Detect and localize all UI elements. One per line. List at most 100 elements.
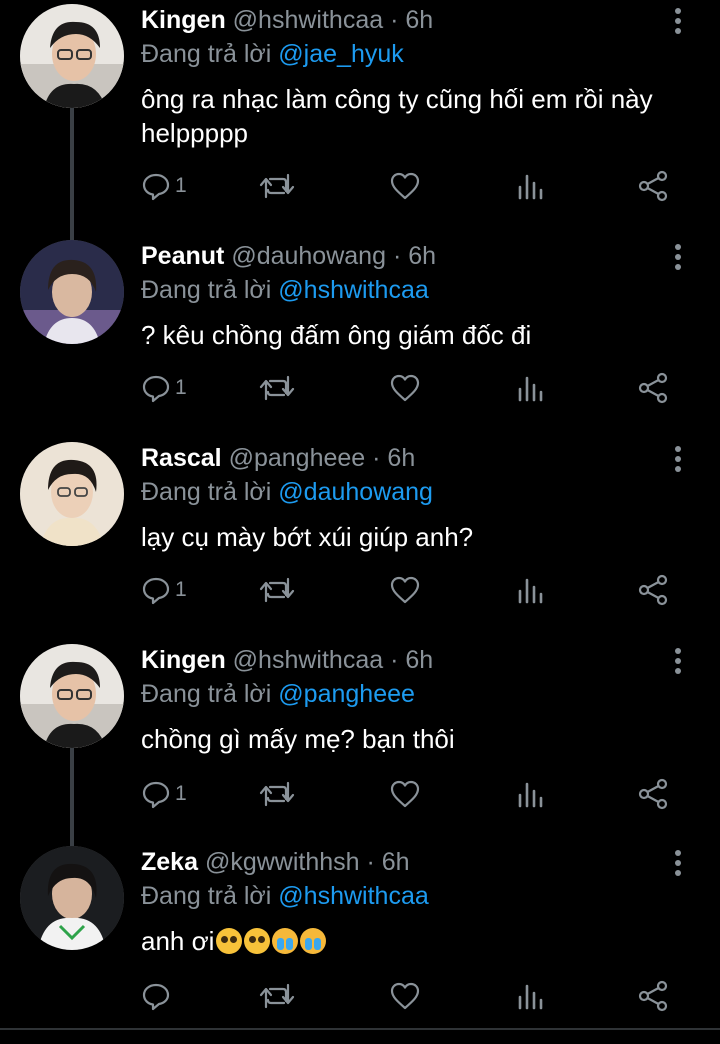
reply-button[interactable]: 1 — [141, 776, 187, 812]
avatar[interactable] — [20, 442, 124, 546]
tweet-text: ? kêu chồng đấm ông giám đốc đi — [141, 320, 532, 350]
display-name[interactable]: Kingen — [141, 6, 226, 34]
share-button[interactable] — [637, 168, 669, 204]
share-button[interactable] — [637, 978, 669, 1014]
retweet-button[interactable] — [259, 370, 295, 406]
retweet-button[interactable] — [259, 978, 295, 1014]
timestamp[interactable]: 6h — [408, 242, 436, 270]
reply-button[interactable] — [141, 978, 175, 1014]
analytics-icon — [518, 578, 543, 604]
retweet-button[interactable] — [259, 776, 295, 812]
avatar[interactable] — [20, 846, 124, 950]
replying-to: Đang trả lời @jae_hyuk — [141, 40, 404, 69]
share-button[interactable] — [637, 370, 669, 406]
analytics-icon — [518, 782, 543, 808]
user-handle[interactable]: @pangheee — [229, 444, 366, 472]
more-icon[interactable] — [666, 442, 690, 476]
mention-link[interactable]: @jae_hyuk — [278, 40, 403, 68]
avatar[interactable] — [20, 644, 124, 748]
tweet[interactable]: Kingen @hshwithcaa · 6h Đang trả lời @pa… — [0, 640, 720, 878]
replying-to-label: Đang trả lời — [141, 40, 272, 68]
replying-to-label: Đang trả lời — [141, 882, 272, 910]
replying-to-label: Đang trả lời — [141, 680, 272, 708]
reply-count: 1 — [175, 782, 187, 805]
avatar[interactable] — [20, 4, 124, 108]
display-name[interactable]: Zeka — [141, 848, 198, 876]
mention-link[interactable]: @hshwithcaa — [278, 276, 428, 304]
mention-link[interactable]: @dauhowang — [278, 478, 433, 506]
reply-button[interactable]: 1 — [141, 168, 187, 204]
retweet-button[interactable] — [259, 168, 295, 204]
replying-to: Đang trả lời @pangheee — [141, 680, 415, 709]
kingen-avatar-icon — [20, 4, 124, 108]
more-icon[interactable] — [666, 4, 690, 38]
timestamp[interactable]: 6h — [405, 6, 433, 34]
like-button[interactable] — [389, 776, 421, 812]
mention-link[interactable]: @pangheee — [278, 680, 415, 708]
tweet[interactable]: Zeka @kgwwithhsh · 6h Đang trả lời @hshw… — [0, 842, 720, 1044]
display-name[interactable]: Peanut — [141, 242, 224, 270]
display-name[interactable]: Rascal — [141, 444, 222, 472]
tweet-actions: 1 — [141, 168, 681, 204]
reply-icon — [142, 577, 170, 605]
reply-count: 1 — [175, 174, 187, 197]
reply-button[interactable]: 1 — [141, 572, 187, 608]
like-button[interactable] — [389, 370, 421, 406]
user-handle[interactable]: @hshwithcaa — [233, 646, 383, 674]
thread-line — [70, 108, 74, 240]
zeka-avatar-icon — [20, 846, 124, 950]
tweet-actions: 1 — [141, 370, 681, 406]
tweet-header: Peanut @dauhowang · 6h — [141, 242, 436, 271]
reply-count: 1 — [175, 376, 187, 399]
separator: · — [390, 646, 399, 674]
share-button[interactable] — [637, 776, 669, 812]
tweet[interactable]: Kingen @hshwithcaa · 6h Đang trả lời @ja… — [0, 0, 720, 240]
tweet-header: Zeka @kgwwithhsh · 6h — [141, 848, 410, 877]
tweet-text-container: anh ơi — [141, 924, 701, 958]
tweet-text: chồng gì mấy mẹ? bạn thôi — [141, 724, 455, 754]
analytics-icon — [518, 376, 543, 402]
analytics-button[interactable] — [515, 370, 545, 406]
like-button[interactable] — [389, 978, 421, 1014]
analytics-button[interactable] — [515, 776, 545, 812]
rascal-avatar-icon — [20, 442, 124, 546]
like-button[interactable] — [389, 168, 421, 204]
share-button[interactable] — [637, 572, 669, 608]
avatar[interactable] — [20, 240, 124, 344]
timestamp[interactable]: 6h — [382, 848, 410, 876]
display-name[interactable]: Kingen — [141, 646, 226, 674]
divider — [0, 1028, 720, 1030]
retweet-icon — [259, 983, 295, 1009]
separator: · — [372, 444, 381, 472]
reply-icon — [142, 983, 170, 1011]
tweet-header: Kingen @hshwithcaa · 6h — [141, 6, 433, 35]
timestamp[interactable]: 6h — [405, 646, 433, 674]
more-icon[interactable] — [666, 846, 690, 880]
user-handle[interactable]: @kgwwithhsh — [205, 848, 360, 876]
like-button[interactable] — [389, 572, 421, 608]
tweet-actions: 1 — [141, 572, 681, 608]
tweet[interactable]: Peanut @dauhowang · 6h Đang trả lời @hsh… — [0, 236, 720, 438]
mention-link[interactable]: @hshwithcaa — [278, 882, 428, 910]
retweet-icon — [259, 577, 295, 603]
more-icon[interactable] — [666, 644, 690, 678]
like-icon — [390, 576, 420, 604]
more-icon[interactable] — [666, 240, 690, 274]
like-icon — [390, 374, 420, 402]
tweet-text: lạy cụ mày bớt xúi giúp anh? — [141, 522, 474, 552]
like-icon — [390, 172, 420, 200]
analytics-button[interactable] — [515, 978, 545, 1014]
tweet[interactable]: Rascal @pangheee · 6h Đang trả lời @dauh… — [0, 438, 720, 640]
user-handle[interactable]: @hshwithcaa — [233, 6, 383, 34]
pleading-face-icon — [216, 928, 243, 954]
user-handle[interactable]: @dauhowang — [231, 242, 386, 270]
kingen-avatar-icon — [20, 644, 124, 748]
separator: · — [392, 242, 402, 270]
reply-button[interactable]: 1 — [141, 370, 187, 406]
analytics-button[interactable] — [515, 168, 545, 204]
retweet-button[interactable] — [259, 572, 295, 608]
loudly-crying-face-icon — [272, 928, 299, 954]
analytics-button[interactable] — [515, 572, 545, 608]
reply-icon — [142, 173, 170, 201]
timestamp[interactable]: 6h — [387, 444, 415, 472]
